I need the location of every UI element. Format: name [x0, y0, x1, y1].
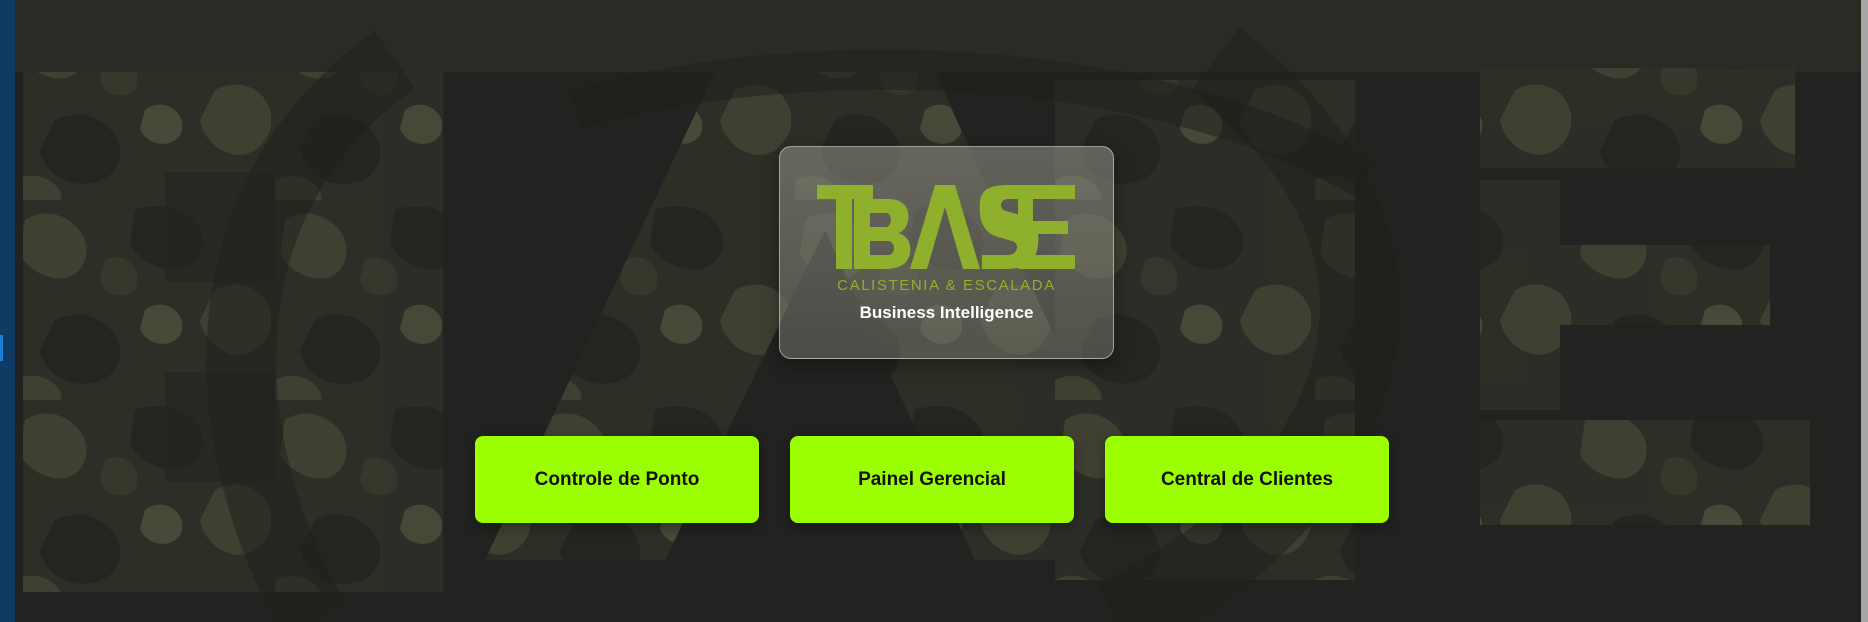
tagline: Business Intelligence	[859, 303, 1034, 322]
scrollbar[interactable]	[1861, 0, 1868, 622]
taskbar-indicator	[0, 335, 3, 361]
base-logo	[817, 185, 1075, 269]
painel-gerencial-button[interactable]: Painel Gerencial	[790, 436, 1074, 523]
left-window-edge	[0, 0, 16, 622]
controle-de-ponto-button[interactable]: Controle de Ponto	[475, 436, 759, 523]
logo-subtitle: CALISTENIA & ESCALADA	[837, 277, 1056, 294]
landing-page: CALISTENIA & ESCALADA Business Intellige…	[15, 0, 1861, 622]
central-de-clientes-button[interactable]: Central de Clientes	[1105, 436, 1389, 523]
logo-card: CALISTENIA & ESCALADA Business Intellige…	[779, 146, 1114, 359]
